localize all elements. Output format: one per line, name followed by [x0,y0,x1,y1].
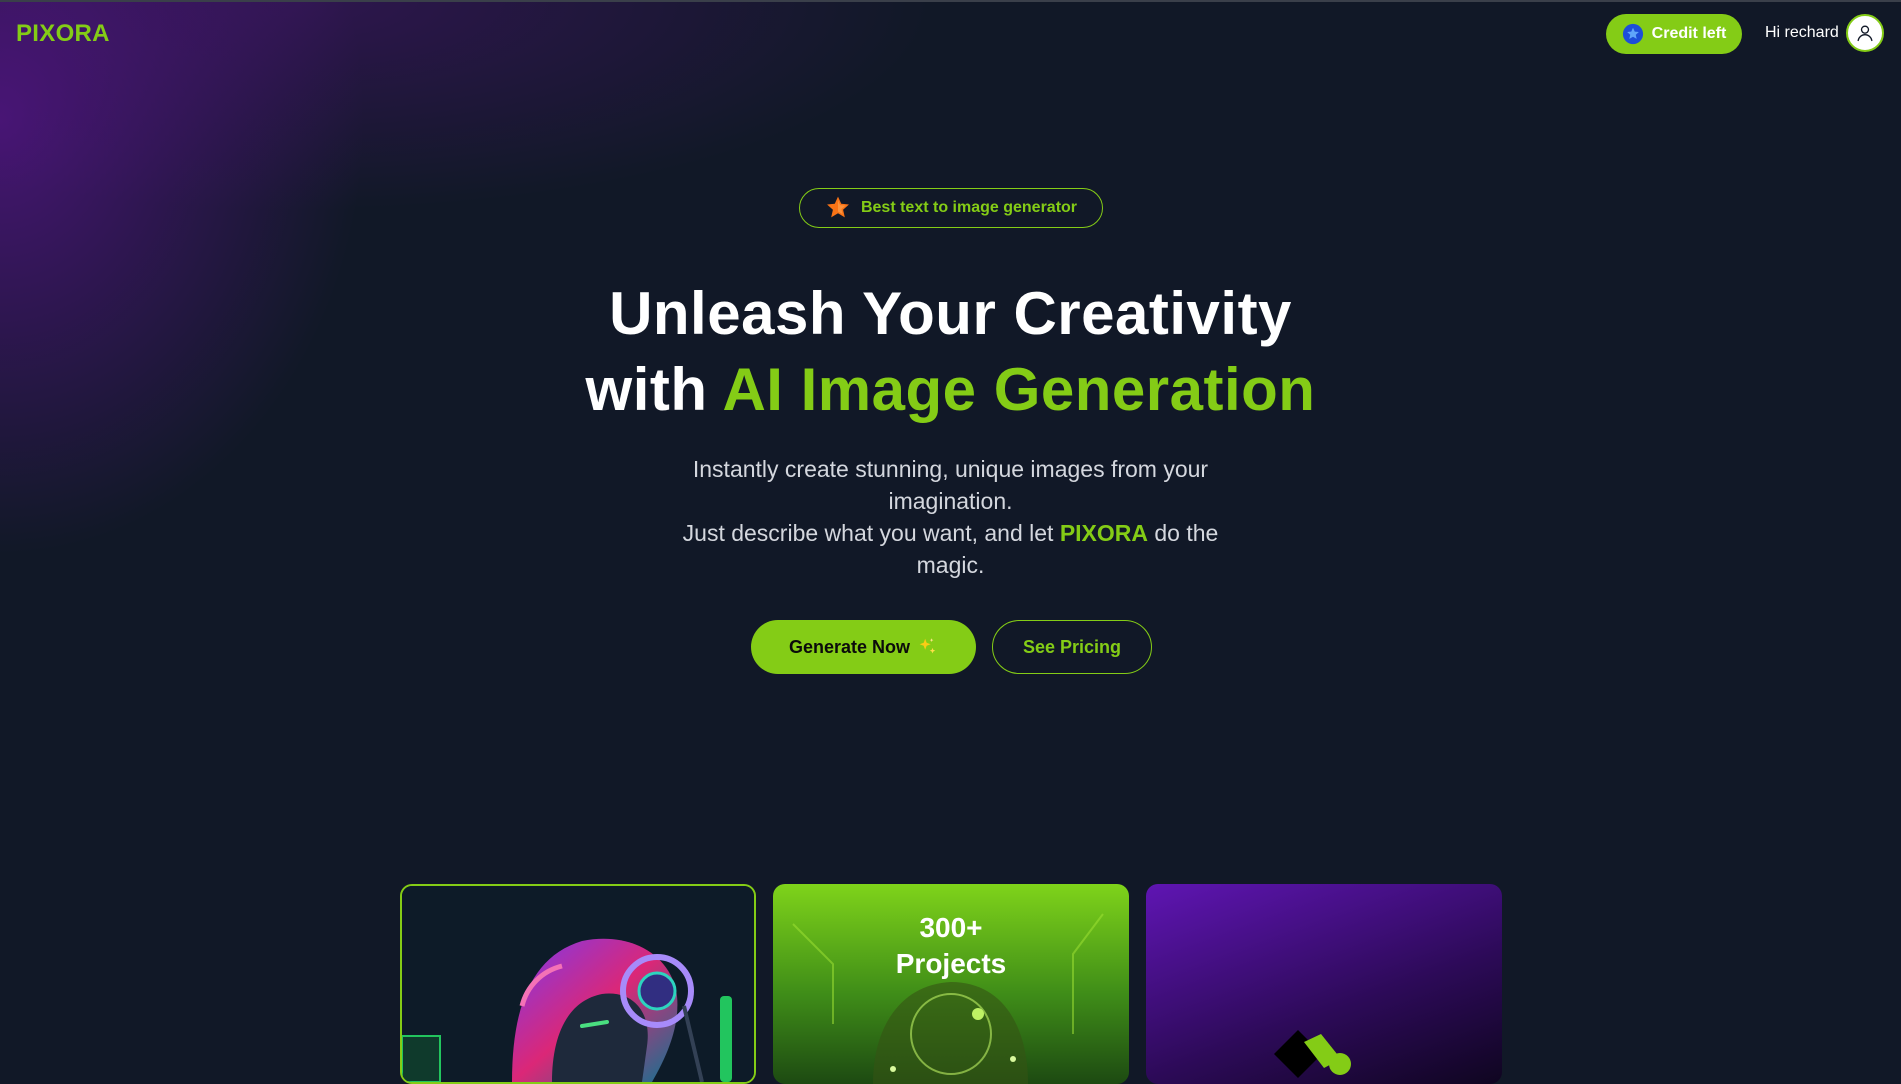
robot-headphones-image [402,886,754,1082]
logo-shape-image [1274,1030,1351,1078]
subtext-line-2-prefix: Just describe what you want, and let [682,520,1060,546]
generate-now-label: Generate Now [788,636,911,657]
projects-count: 300+ [919,912,983,943]
credit-left-label: Credit left [1651,25,1727,42]
projects-label: Projects [895,948,1007,979]
hero-badge: Best text to image generator [799,188,1103,228]
user-greeting: Hi rechard [1765,24,1839,41]
top-nav: PIXORA Credit left Hi rechard [0,0,1901,68]
hero-badge-text: Best text to image generator [860,199,1078,216]
showcase-card[interactable] [400,884,756,1084]
headline-line-1: Unleash Your Creativity [609,280,1292,347]
headline-line-2-prefix: with [585,356,723,423]
generate-now-button[interactable]: Generate Now [751,620,976,674]
see-pricing-button[interactable]: See Pricing [992,620,1152,674]
subtext-line-1: Instantly create stunning, unique images… [692,456,1209,514]
hero-headline: Unleash Your Creativity with AI Image Ge… [450,276,1451,428]
subtext-brand: PIXORA [1059,520,1148,546]
logo[interactable]: PIXORA [16,20,110,48]
star-icon [1622,23,1643,45]
headline-accent: AI Image Generation [722,356,1316,423]
credit-left-button[interactable]: Credit left [1606,14,1742,54]
showcase-card[interactable] [1146,884,1502,1084]
projects-card[interactable]: 300+ Projects [773,884,1129,1084]
sparkles-icon [919,638,936,654]
hero-subtext: Instantly create stunning, unique images… [650,453,1251,581]
star-icon [827,196,849,218]
projects-count-title: 300+ Projects [773,910,1129,982]
user-icon [1857,25,1873,42]
user-avatar[interactable] [1846,14,1884,52]
